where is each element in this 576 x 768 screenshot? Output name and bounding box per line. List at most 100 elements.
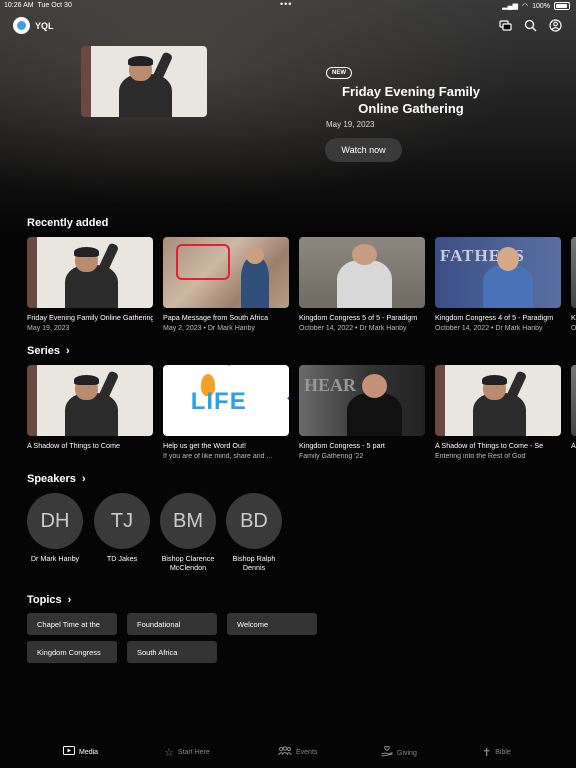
- series-title: A Shadow of Things to Come: [27, 441, 120, 450]
- watch-now-button[interactable]: Watch now: [325, 138, 402, 162]
- topic-chip[interactable]: South Africa: [127, 641, 217, 663]
- battery-percent: 100%: [532, 2, 550, 10]
- app-name: YQL: [35, 21, 54, 31]
- series-thumbnail: [435, 365, 561, 436]
- media-thumbnail: [299, 237, 425, 308]
- thumb-figure-hair: [73, 246, 99, 257]
- media-subtitle: October 14, 2022 • Dr Mark Hanby: [435, 325, 543, 332]
- chevron-right-icon: ›: [67, 594, 72, 606]
- people-icon: [278, 746, 292, 759]
- avatar: TJ: [94, 493, 150, 549]
- series-thumbnail: LIFE: [163, 365, 289, 436]
- media-subtitle: May 2, 2023 • Dr Mark Hanby: [163, 325, 255, 332]
- media-card[interactable]: FATHERS Kingdom Congress 4 of 5 - Paradi…: [435, 237, 561, 332]
- hero-date: May 19, 2023: [326, 120, 375, 129]
- status-time: 10:26 AM Tue Oct 30: [4, 2, 72, 9]
- series-heading[interactable]: Series ›: [27, 345, 70, 357]
- avatar: DH: [27, 493, 83, 549]
- speaker-item[interactable]: BM Bishop Clarence McClendon: [160, 493, 216, 572]
- nav-actions: [499, 19, 562, 35]
- account-icon[interactable]: [549, 19, 562, 35]
- media-thumbnail: [163, 237, 289, 308]
- media-card[interactable]: Friday Evening Family Online Gathering M…: [27, 237, 153, 332]
- series-subtitle: Entering into the Rest of God: [435, 453, 526, 460]
- series-thumbnail: [27, 365, 153, 436]
- series-card[interactable]: HEAR Kingdom Congress - 5 part Family Ga…: [299, 365, 425, 460]
- thumb-figure-body: [241, 256, 269, 308]
- topic-chip[interactable]: Welcome: [227, 613, 317, 635]
- speaker-name: Bishop Ralph Dennis: [232, 554, 276, 572]
- series-thumbnail: [571, 365, 576, 436]
- status-indicators: ▂▄▆ ◠ 100%: [502, 2, 570, 10]
- recently-added-heading: Recently added: [27, 217, 109, 229]
- media-thumbnail: [571, 237, 576, 308]
- series-thumbnail: HEAR: [299, 365, 425, 436]
- multitask-dots-icon[interactable]: •••: [280, 0, 292, 9]
- new-badge: NEW: [326, 67, 352, 79]
- series-subtitle: If you are of like mind, share and ...: [163, 453, 273, 460]
- series-card[interactable]: A Shadow of Things to Come: [27, 365, 153, 453]
- thumb-figure-body: [118, 74, 172, 117]
- chevron-right-icon: ›: [81, 473, 86, 485]
- thumb-figure-body: [472, 393, 526, 436]
- tab-start-here[interactable]: ☆ Start Here: [164, 746, 210, 759]
- speaker-name: Bishop Clarence McClendon: [161, 554, 215, 572]
- battery-icon: [554, 2, 570, 10]
- status-bar: 10:26 AM Tue Oct 30 ••• ▂▄▆ ◠ 100%: [0, 0, 576, 12]
- media-card[interactable]: Kingdom Congress 5 of 5 - Paradigm Octob…: [299, 237, 425, 332]
- series-title: Help us get the Word Out!: [163, 441, 246, 450]
- speaker-item[interactable]: DH Dr Mark Hanby: [27, 493, 83, 563]
- topic-chip[interactable]: Chapel Time at the: [27, 613, 117, 635]
- thumb-figure-head: [246, 246, 264, 264]
- series-card[interactable]: A Shadow of Things to Come - Se Entering…: [435, 365, 561, 460]
- chat-icon[interactable]: [499, 19, 512, 35]
- thumb-word: HEAR: [304, 374, 357, 395]
- series-card-partial[interactable]: A: [571, 365, 576, 450]
- speakers-heading[interactable]: Speakers ›: [27, 473, 86, 485]
- chevron-right-icon: ›: [66, 345, 70, 357]
- thumb-figure-body: [346, 393, 403, 436]
- thumb-word: LIFE: [190, 387, 247, 415]
- thumb-figure-body: [64, 265, 118, 308]
- thumb-figure-head: [362, 373, 388, 398]
- tab-media[interactable]: Media: [63, 746, 98, 759]
- tab-events[interactable]: Events: [278, 746, 317, 759]
- media-thumbnail: [27, 237, 153, 308]
- tab-label: Bible: [495, 749, 511, 756]
- thumb-figure-hair: [127, 55, 153, 66]
- hero-title: Friday Evening Family Online Gathering: [342, 84, 480, 116]
- series-title: A Shadow of Things to Come - Se: [435, 441, 544, 450]
- tab-giving[interactable]: Giving: [381, 745, 417, 760]
- topic-chip[interactable]: Foundational: [127, 613, 217, 635]
- top-navigation: YQL: [0, 15, 576, 37]
- cross-icon: ✝: [482, 747, 492, 759]
- speaker-name: TD Jakes: [106, 554, 138, 563]
- topic-chip[interactable]: Kingdom Congress: [27, 641, 117, 663]
- search-icon[interactable]: [524, 19, 537, 35]
- topics-heading[interactable]: Topics ›: [27, 594, 71, 606]
- media-title: Papa Message from South Africa: [163, 313, 269, 322]
- logo-mark-icon: [17, 21, 26, 30]
- series-subtitle: Family Gathering '22: [299, 453, 364, 460]
- signal-icon: ▂▄▆: [502, 3, 518, 10]
- speaker-item[interactable]: BD Bishop Ralph Dennis: [226, 493, 282, 572]
- tab-bible[interactable]: ✝ Bible: [482, 746, 511, 759]
- media-card[interactable]: Papa Message from South Africa May 2, 20…: [163, 237, 289, 332]
- media-thumbnail: FATHERS: [435, 237, 561, 308]
- media-title: K: [571, 313, 576, 322]
- recently-added-row: Friday Evening Family Online Gathering M…: [27, 237, 576, 337]
- series-card[interactable]: LIFE Help us get the Word Out! If you ar…: [163, 365, 289, 460]
- media-subtitle: O: [571, 325, 576, 332]
- media-card-partial[interactable]: K O: [571, 237, 576, 332]
- speaker-name: Dr Mark Hanby: [30, 554, 80, 563]
- avatar: BD: [226, 493, 282, 549]
- giving-icon: [381, 745, 393, 760]
- hero-thumbnail[interactable]: [81, 46, 207, 117]
- media-subtitle: May 19, 2023: [27, 325, 70, 332]
- series-title: A: [571, 441, 576, 450]
- app-logo[interactable]: [13, 17, 30, 34]
- thumb-figure-body: [482, 265, 534, 308]
- series-title: Kingdom Congress - 5 part: [299, 441, 385, 450]
- speaker-item[interactable]: TJ TD Jakes: [94, 493, 150, 563]
- thumb-figure-body: [64, 393, 118, 436]
